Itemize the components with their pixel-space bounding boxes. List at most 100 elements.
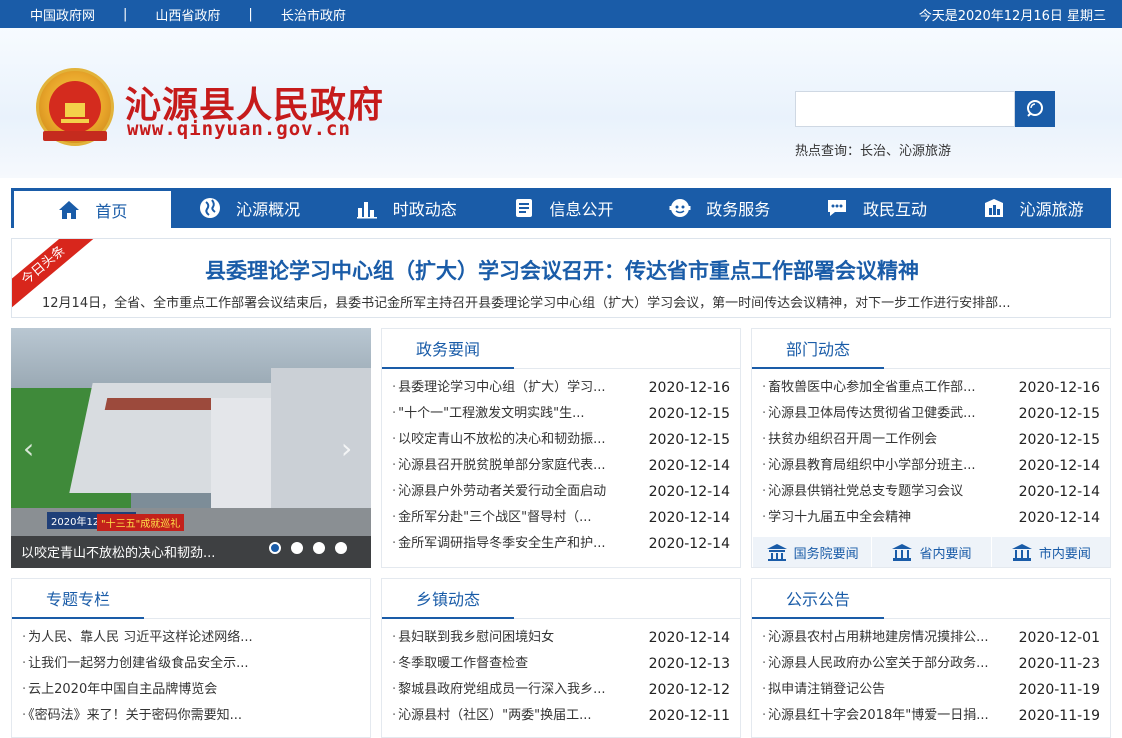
- list-item[interactable]: 学习十九届五中全会精神2020-12-14: [762, 505, 1100, 531]
- gov-news-list: 县委理论学习中心组（扩大）学习...2020-12-16 "十个一"工程激发文明…: [382, 369, 740, 557]
- nav-news[interactable]: 时政动态: [327, 188, 484, 228]
- subtab-label: 市内要闻: [1038, 546, 1091, 562]
- home-icon: [59, 200, 80, 219]
- panel-title[interactable]: 政务要闻: [382, 329, 514, 369]
- tab-province[interactable]: 省内要闻: [871, 537, 990, 567]
- document-icon: [515, 199, 532, 217]
- hot-search[interactable]: 热点查询：长治、沁源旅游: [795, 140, 951, 159]
- panel-header: 部门动态: [752, 329, 1110, 369]
- bank-icon: [892, 544, 913, 561]
- gov-links: 中国政府网 | 山西省政府 | 长治市政府: [30, 5, 346, 24]
- list-item[interactable]: "十个一"工程激发文明实践"生...2020-12-15: [392, 401, 730, 427]
- list-item[interactable]: 云上2020年中国自主品牌博览会: [22, 677, 360, 703]
- nav-home[interactable]: 首页: [14, 191, 171, 228]
- nav-label: 政民互动: [862, 200, 927, 219]
- list-item[interactable]: 县委理论学习中心组（扩大）学习...2020-12-16: [392, 375, 730, 401]
- emblem-inner: [49, 81, 101, 133]
- carousel-dot[interactable]: [335, 542, 347, 554]
- list-item[interactable]: 沁源县红十字会2018年"博爱一日捐...2020-11-19: [762, 703, 1100, 729]
- panel-title[interactable]: 专题专栏: [12, 579, 144, 619]
- panel-header: 公示公告: [752, 579, 1110, 619]
- list-item[interactable]: 县妇联到我乡慰问困境妇女2020-12-14: [392, 625, 730, 651]
- nav-label: 首页: [95, 201, 128, 221]
- site-url: www.qinyuan.gov.cn: [127, 118, 351, 140]
- nav-info[interactable]: 信息公开: [484, 188, 641, 228]
- current-date: 今天是2020年12月16日 星期三: [918, 9, 1106, 24]
- headline-summary[interactable]: 12月14日，全省、全市重点工作部署会议结束后，县委书记金所军主持召开县委理论学…: [42, 292, 1092, 311]
- link-changzhi-gov[interactable]: 长治市政府: [281, 5, 346, 24]
- list-item[interactable]: 沁源县村（社区）"两委"换届工...2020-12-11: [392, 703, 730, 729]
- panel-header: 政务要闻: [382, 329, 740, 369]
- tab-state-council[interactable]: 国务院要闻: [752, 537, 871, 567]
- globe-icon: [200, 198, 221, 218]
- panel-header: 乡镇动态: [382, 579, 740, 619]
- nav-label: 时政动态: [392, 200, 457, 219]
- emblem-ribbon: [43, 131, 107, 141]
- list-item[interactable]: 沁源县召开脱贫脱单部分家庭代表...2020-12-14: [392, 453, 730, 479]
- list-item[interactable]: 沁源县户外劳动者关爱行动全面启动2020-12-14: [392, 479, 730, 505]
- carousel-caption[interactable]: 以咬定青山不放松的决心和韧劲...: [21, 542, 231, 561]
- list-item[interactable]: 拟申请注销登记公告2020-11-19: [762, 677, 1100, 703]
- list-item[interactable]: 沁源县农村占用耕地建房情况摸排公...2020-12-01: [762, 625, 1100, 651]
- search-icon: [1027, 100, 1043, 117]
- panel-title[interactable]: 部门动态: [752, 329, 884, 369]
- emblem-bar: [61, 119, 89, 123]
- news-carousel[interactable]: ‹ › 2020年12月14日 "十三五"成就巡礼 以咬定青山不放松的决心和韧劲…: [11, 328, 371, 568]
- top-bar: 中国政府网 | 山西省政府 | 长治市政府 今天是2020年12月16日 星期三: [0, 0, 1122, 28]
- photo-series-tag: "十三五"成就巡礼: [97, 514, 185, 531]
- nav-tourism[interactable]: 沁源旅游: [954, 188, 1111, 228]
- list-item[interactable]: 畜牧兽医中心参加全省重点工作部...2020-12-16: [762, 375, 1100, 401]
- service-icon: [669, 199, 691, 217]
- list-item[interactable]: 金所军分赴"三个战区"督导村（...2020-12-14: [392, 505, 730, 531]
- search-input[interactable]: [795, 91, 1015, 127]
- tab-city[interactable]: 市内要闻: [990, 537, 1110, 567]
- panel-title[interactable]: 公示公告: [752, 579, 884, 619]
- carousel-dot[interactable]: [313, 542, 325, 554]
- town-news-panel: 乡镇动态 县妇联到我乡慰问困境妇女2020-12-14 冬季取暖工作督查检查20…: [381, 578, 741, 738]
- nav-interaction[interactable]: 政民互动: [798, 188, 955, 228]
- nav-label: 沁源旅游: [1019, 200, 1084, 219]
- carousel-dot[interactable]: [291, 542, 303, 554]
- special-topics-panel: 专题专栏 为人民、靠人民 习近平这样论述网络... 让我们一起努力创建省级食品安…: [11, 578, 371, 738]
- site-header: 沁源县人民政府 www.qinyuan.gov.cn 热点查询：长治、沁源旅游: [0, 28, 1122, 178]
- main-nav: 首页 沁源概况 时政动态 信息公开 政务服务 政民互动 沁源旅游: [11, 188, 1111, 228]
- list-item[interactable]: 沁源县教育局组织中小学部分班主...2020-12-14: [762, 453, 1100, 479]
- pavilion-icon: [766, 544, 787, 561]
- town-news-list: 县妇联到我乡慰问困境妇女2020-12-14 冬季取暖工作督查检查2020-12…: [382, 619, 740, 729]
- separator: |: [248, 7, 253, 22]
- list-item[interactable]: 让我们一起努力创建省级食品安全示...: [22, 651, 360, 677]
- nav-label: 信息公开: [549, 200, 614, 219]
- headline-title[interactable]: 县委理论学习中心组（扩大）学习会议召开：传达省市重点工作部署会议精神: [12, 255, 1110, 285]
- chat-icon: [827, 200, 846, 216]
- link-shanxi-gov[interactable]: 山西省政府: [155, 5, 220, 24]
- bank-icon: [1011, 544, 1032, 561]
- list-item[interactable]: 《密码法》来了！关于密码你需要知...: [22, 703, 360, 729]
- list-item[interactable]: 以咬定青山不放松的决心和韧劲振...2020-12-15: [392, 427, 730, 453]
- carousel-dots: [269, 542, 347, 554]
- chevron-left-icon[interactable]: ‹: [23, 432, 34, 465]
- list-item[interactable]: 扶贫办组织召开周一工作例会2020-12-15: [762, 427, 1100, 453]
- list-item[interactable]: 沁源县卫体局传达贯彻省卫健委武...2020-12-15: [762, 401, 1100, 427]
- list-item[interactable]: 冬季取暖工作督查检查2020-12-13: [392, 651, 730, 677]
- emblem-building: [65, 103, 85, 117]
- panel-title[interactable]: 乡镇动态: [382, 579, 514, 619]
- list-item[interactable]: 黎城县政府党组成员一行深入我乡...2020-12-12: [392, 677, 730, 703]
- news-source-tabs: 国务院要闻 省内要闻 市内要闻: [752, 537, 1110, 567]
- nav-label: 政务服务: [706, 200, 771, 219]
- nav-service[interactable]: 政务服务: [641, 188, 798, 228]
- subtab-label: 国务院要闻: [793, 546, 859, 562]
- nav-overview[interactable]: 沁源概况: [171, 188, 328, 228]
- list-item[interactable]: 沁源县供销社党总支专题学习会议2020-12-14: [762, 479, 1100, 505]
- gov-news-panel: 政务要闻 县委理论学习中心组（扩大）学习...2020-12-16 "十个一"工…: [381, 328, 741, 568]
- notices-panel: 公示公告 沁源县农村占用耕地建房情况摸排公...2020-12-01 沁源县人民…: [751, 578, 1111, 738]
- search-button[interactable]: [1015, 91, 1055, 127]
- today-headline: 今日头条 县委理论学习中心组（扩大）学习会议召开：传达省市重点工作部署会议精神 …: [11, 238, 1111, 318]
- list-item[interactable]: 沁源县人民政府办公室关于部分政务...2020-11-23: [762, 651, 1100, 677]
- notices-list: 沁源县农村占用耕地建房情况摸排公...2020-12-01 沁源县人民政府办公室…: [752, 619, 1110, 729]
- dept-news-panel: 部门动态 畜牧兽医中心参加全省重点工作部...2020-12-16 沁源县卫体局…: [751, 328, 1111, 568]
- list-item[interactable]: 为人民、靠人民 习近平这样论述网络...: [22, 625, 360, 651]
- link-central-gov[interactable]: 中国政府网: [30, 5, 95, 24]
- chevron-right-icon[interactable]: ›: [341, 432, 352, 465]
- carousel-dot[interactable]: [269, 542, 281, 554]
- list-item[interactable]: 金所军调研指导冬季安全生产和护...2020-12-14: [392, 531, 730, 557]
